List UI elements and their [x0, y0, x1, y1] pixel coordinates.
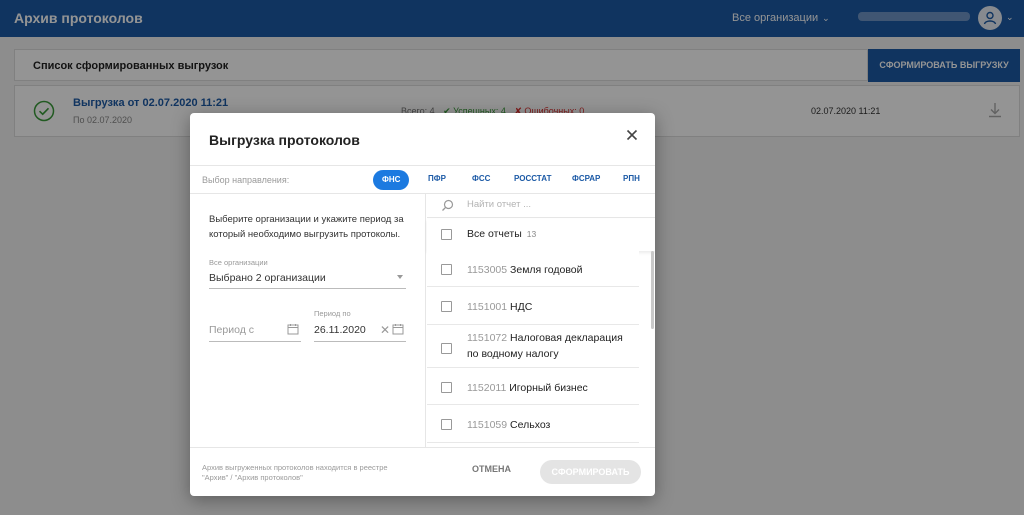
- report-checkbox[interactable]: [441, 264, 452, 275]
- report-code: 1152011: [467, 382, 507, 394]
- tab-rpn[interactable]: РПН: [623, 174, 640, 183]
- dialog-footer: Архив выгруженных протоколов находится в…: [190, 447, 655, 496]
- calendar-icon[interactable]: [287, 323, 299, 335]
- report-checkbox[interactable]: [441, 419, 452, 430]
- search-icon: [442, 199, 454, 211]
- cancel-button[interactable]: ОТМЕНА: [472, 464, 511, 474]
- archive-note: Архив выгруженных протоколов находится в…: [202, 463, 388, 482]
- report-code: 1153005: [467, 264, 508, 276]
- tab-fns[interactable]: ФНС: [373, 170, 410, 190]
- submit-button[interactable]: СФОРМИРОВАТЬ: [540, 460, 641, 484]
- organizations-select-value: Выбрано 2 организации: [209, 272, 326, 284]
- tab-rosstat[interactable]: РОССТАТ: [514, 174, 551, 183]
- list-item[interactable]: 1152011 Игорный бизнес: [427, 369, 639, 405]
- clear-date-icon[interactable]: ✕: [380, 322, 390, 338]
- direction-label: Выбор направления:: [202, 175, 290, 185]
- tab-fss[interactable]: ФСС: [472, 174, 490, 183]
- period-to-label: Период по: [314, 309, 351, 318]
- report-name: Налоговая декларация: [510, 332, 623, 344]
- report-checkbox[interactable]: [441, 343, 452, 354]
- all-reports-count: 13: [526, 229, 537, 239]
- close-icon[interactable]: [624, 127, 640, 143]
- organizations-field-label: Все организации: [209, 258, 268, 267]
- report-name: Сельхоз: [510, 419, 551, 431]
- report-label: 1151059 Сельхоз: [467, 417, 550, 433]
- all-reports-checkbox[interactable]: [441, 229, 452, 240]
- report-label: 1153005 Земля годовой: [467, 262, 583, 278]
- tab-pfr[interactable]: ПФР: [428, 174, 446, 183]
- list-item[interactable]: 1151072 Налоговая декларация по водному н…: [427, 326, 639, 368]
- report-search-input[interactable]: [467, 199, 637, 210]
- organizations-select[interactable]: Выбрано 2 организации: [209, 270, 406, 289]
- period-from-placeholder: Период с: [209, 324, 254, 336]
- report-checkbox[interactable]: [441, 301, 452, 312]
- list-item[interactable]: 1151059 Сельхоз: [427, 406, 639, 443]
- filters-pane: Выберите организации и укажите период за…: [190, 194, 426, 447]
- all-reports-label: Все отчеты 13: [467, 228, 536, 240]
- reports-pane: Все отчеты 13 1153005 Земля годовой 11510…: [427, 194, 655, 447]
- list-item[interactable]: 1151001 НДС: [427, 288, 639, 325]
- all-reports-row[interactable]: Все отчеты 13: [427, 219, 655, 251]
- period-to-value: 26.11.2020: [314, 324, 366, 336]
- export-protocols-dialog: Выгрузка протоколов Выбор направления: Ф…: [190, 113, 655, 496]
- calendar-icon[interactable]: [392, 323, 404, 335]
- direction-bar: Выбор направления: ФНС ПФР ФСС РОССТАТ Ф…: [190, 165, 655, 194]
- report-checkbox[interactable]: [441, 382, 452, 393]
- report-search: [427, 194, 655, 218]
- report-name: Земля годовой: [510, 264, 583, 276]
- report-name: НДС: [510, 301, 533, 313]
- list-item[interactable]: 1153005 Земля годовой: [427, 251, 639, 287]
- tab-fsrar[interactable]: ФСРАР: [572, 174, 600, 183]
- report-name-cont: по водному налогу: [467, 348, 559, 360]
- dialog-title: Выгрузка протоколов: [209, 132, 360, 148]
- period-from-field[interactable]: Период с: [209, 322, 301, 342]
- period-to-field[interactable]: 26.11.2020 ✕: [314, 322, 406, 342]
- report-label: 1151072 Налоговая декларация по водному н…: [467, 330, 623, 362]
- report-code: 1151001: [467, 301, 508, 313]
- report-code: 1151072: [467, 332, 508, 344]
- report-name: Игорный бизнес: [509, 382, 588, 394]
- all-reports-text: Все отчеты: [467, 228, 522, 240]
- reports-scrollbar[interactable]: [651, 251, 654, 329]
- report-label: 1151001 НДС: [467, 299, 532, 315]
- report-label: 1152011 Игорный бизнес: [467, 380, 588, 396]
- instruction-text: Выберите организации и укажите период за…: [209, 214, 404, 240]
- report-code: 1151059: [467, 419, 508, 431]
- dropdown-caret-icon: [397, 275, 403, 279]
